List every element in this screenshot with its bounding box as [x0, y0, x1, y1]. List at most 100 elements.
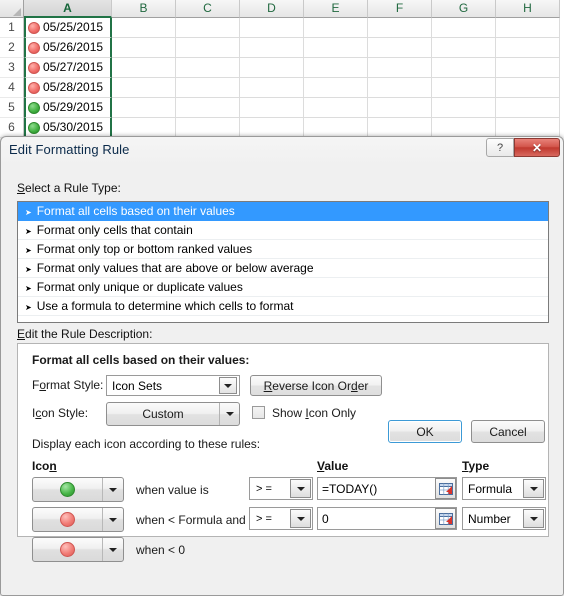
row-header-6[interactable]: 6: [0, 118, 24, 138]
rule-type-listbox[interactable]: ➤ Format all cells based on their values ➤…: [17, 201, 549, 323]
cell-D2[interactable]: [240, 38, 304, 58]
format-style-combo[interactable]: Icon Sets: [106, 375, 240, 396]
reverse-icon-order-button[interactable]: Reverse Icon Order: [250, 375, 382, 396]
cell-E4[interactable]: [304, 78, 368, 98]
cell-D1[interactable]: [240, 18, 304, 38]
icon-selector-3[interactable]: [32, 537, 124, 562]
cell-A5[interactable]: 05/29/2015: [24, 98, 112, 118]
cell-F4[interactable]: [368, 78, 432, 98]
chevron-down-icon[interactable]: [290, 509, 311, 528]
cell-G3[interactable]: [432, 58, 496, 78]
column-header-b[interactable]: B: [112, 0, 176, 18]
rule-type-item-3[interactable]: ➤ Format only values that are above or be…: [18, 259, 548, 278]
cell-G1[interactable]: [432, 18, 496, 38]
icon-selector-1[interactable]: [32, 477, 124, 502]
cell-C2[interactable]: [176, 38, 240, 58]
cell-B5[interactable]: [112, 98, 176, 118]
column-header-f[interactable]: F: [368, 0, 432, 18]
row-header-4[interactable]: 4: [0, 78, 24, 98]
cell-D3[interactable]: [240, 58, 304, 78]
cell-C6[interactable]: [176, 118, 240, 138]
column-header-e[interactable]: E: [304, 0, 368, 18]
cell-G4[interactable]: [432, 78, 496, 98]
column-header-g[interactable]: G: [432, 0, 496, 18]
type-combo-1[interactable]: Formula: [462, 477, 546, 500]
chevron-down-icon[interactable]: [523, 509, 544, 528]
value-field-wrap-1[interactable]: [317, 477, 457, 500]
cell-F6[interactable]: [368, 118, 432, 138]
rule-type-item-2[interactable]: ➤ Format only top or bottom ranked values: [18, 240, 548, 259]
icon-style-split-button[interactable]: Custom: [106, 402, 240, 426]
cell-F1[interactable]: [368, 18, 432, 38]
cell-C1[interactable]: [176, 18, 240, 38]
help-icon[interactable]: ?: [486, 138, 514, 157]
cell-H5[interactable]: [496, 98, 560, 118]
row-header-2[interactable]: 2: [0, 38, 24, 58]
type-combo-2[interactable]: Number: [462, 507, 546, 530]
cell-C3[interactable]: [176, 58, 240, 78]
cell-E1[interactable]: [304, 18, 368, 38]
cell-A4[interactable]: 05/28/2015: [24, 78, 112, 98]
chevron-down-icon[interactable]: [290, 479, 311, 498]
cell-A2[interactable]: 05/26/2015: [24, 38, 112, 58]
cell-B1[interactable]: [112, 18, 176, 38]
select-all-corner[interactable]: [0, 0, 24, 18]
row-header-5[interactable]: 5: [0, 98, 24, 118]
operator-combo-2[interactable]: > =: [249, 507, 313, 530]
range-selector-icon-1[interactable]: [435, 478, 456, 499]
cell-E2[interactable]: [304, 38, 368, 58]
rule-type-item-1[interactable]: ➤ Format only cells that contain: [18, 221, 548, 240]
cell-A6[interactable]: 05/30/2015: [24, 118, 112, 138]
rule-type-item-0[interactable]: ➤ Format all cells based on their values: [18, 202, 548, 221]
cell-H2[interactable]: [496, 38, 560, 58]
cell-C4[interactable]: [176, 78, 240, 98]
cell-G5[interactable]: [432, 98, 496, 118]
cell-E5[interactable]: [304, 98, 368, 118]
cell-H4[interactable]: [496, 78, 560, 98]
cell-B2[interactable]: [112, 38, 176, 58]
operator-combo-1[interactable]: > =: [249, 477, 313, 500]
cell-D6[interactable]: [240, 118, 304, 138]
icon-selector-2[interactable]: [32, 507, 124, 532]
cell-A3[interactable]: 05/27/2015: [24, 58, 112, 78]
ok-button[interactable]: OK: [388, 420, 462, 443]
cell-D5[interactable]: [240, 98, 304, 118]
value-input-2[interactable]: [318, 510, 435, 527]
row-header-3[interactable]: 3: [0, 58, 24, 78]
chevron-down-icon[interactable]: [523, 479, 544, 498]
column-header-h[interactable]: H: [496, 0, 560, 18]
value-field-wrap-2[interactable]: [317, 507, 457, 530]
chevron-down-icon[interactable]: [102, 478, 123, 501]
cell-B4[interactable]: [112, 78, 176, 98]
range-selector-icon-2[interactable]: [435, 508, 456, 529]
value-input-1[interactable]: [318, 480, 435, 497]
show-icon-only-checkbox[interactable]: [252, 406, 265, 419]
close-icon[interactable]: ✕: [514, 138, 560, 157]
chevron-down-icon[interactable]: [102, 508, 123, 531]
column-header-c[interactable]: C: [176, 0, 240, 18]
column-header-d[interactable]: D: [240, 0, 304, 18]
cell-F2[interactable]: [368, 38, 432, 58]
cell-C5[interactable]: [176, 98, 240, 118]
cell-H1[interactable]: [496, 18, 560, 38]
cell-H3[interactable]: [496, 58, 560, 78]
cell-E6[interactable]: [304, 118, 368, 138]
cell-A1[interactable]: 05/25/2015: [24, 18, 112, 38]
row-header-1[interactable]: 1: [0, 18, 24, 38]
cell-B3[interactable]: [112, 58, 176, 78]
cell-D4[interactable]: [240, 78, 304, 98]
chevron-down-icon[interactable]: [219, 403, 239, 425]
column-header-a[interactable]: A: [24, 0, 112, 18]
cancel-button[interactable]: Cancel: [471, 420, 545, 443]
cell-G2[interactable]: [432, 38, 496, 58]
rule-type-item-5[interactable]: ➤ Use a formula to determine which cells …: [18, 297, 548, 316]
cell-E3[interactable]: [304, 58, 368, 78]
cell-B6[interactable]: [112, 118, 176, 138]
cell-G6[interactable]: [432, 118, 496, 138]
cell-H6[interactable]: [496, 118, 560, 138]
cell-F3[interactable]: [368, 58, 432, 78]
rule-type-item-4[interactable]: ➤ Format only unique or duplicate values: [18, 278, 548, 297]
cell-F5[interactable]: [368, 98, 432, 118]
chevron-down-icon[interactable]: [219, 377, 237, 394]
chevron-down-icon[interactable]: [102, 538, 123, 561]
